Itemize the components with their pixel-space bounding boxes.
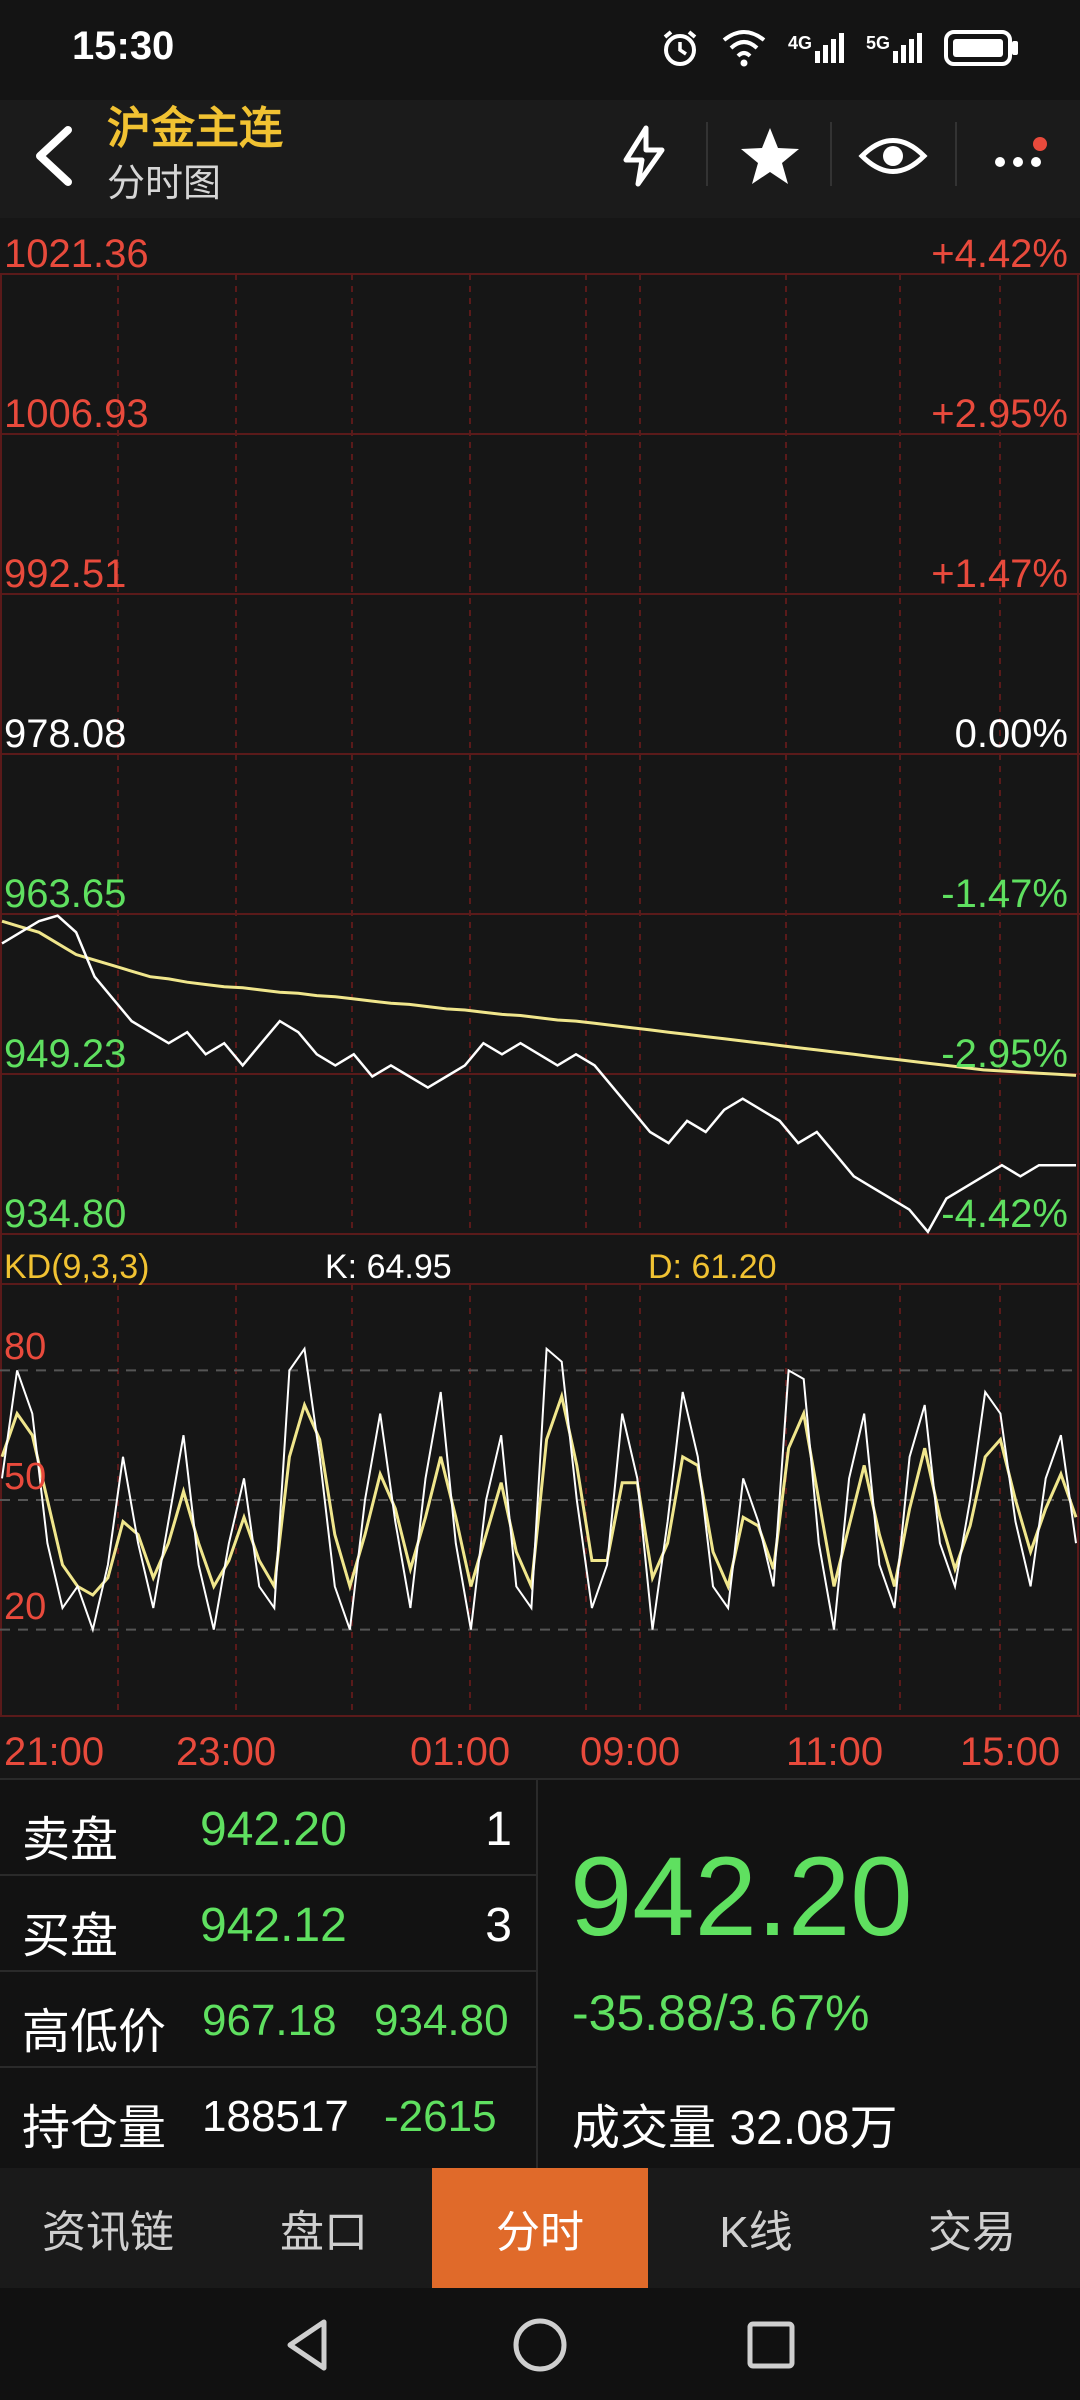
- star-icon: [741, 128, 799, 184]
- high-low-label: 高低价: [22, 2006, 167, 2059]
- bid-row[interactable]: 买盘 942.12 3: [0, 1876, 536, 1972]
- open-interest-label: 持仓量: [22, 2102, 167, 2155]
- price-level-label: 1021.36: [4, 232, 149, 276]
- time-axis-label: 21:00: [4, 1730, 105, 1774]
- alarm-icon: [663, 30, 697, 66]
- wifi-icon: [722, 30, 766, 67]
- ask-row[interactable]: 卖盘 942.20 1: [0, 1780, 536, 1876]
- ask-volume: 1: [485, 1803, 512, 1856]
- pct-level-label: +4.42%: [931, 232, 1068, 276]
- high-low-row: 高低价 967.18 934.80: [0, 1972, 536, 2068]
- pct-level-label: +1.47%: [931, 552, 1068, 596]
- price-level-label: 1006.93: [4, 392, 149, 436]
- kd-indicator-label: KD(9,3,3): [4, 1248, 150, 1286]
- status-bar: 15:30 4G 5G: [0, 0, 1080, 100]
- tab-order-book[interactable]: 盘口: [216, 2168, 432, 2288]
- time-axis-label: 11:00: [786, 1730, 884, 1774]
- header-separator: [830, 122, 832, 186]
- watch-button[interactable]: [853, 116, 933, 196]
- low-price: 934.80: [374, 1996, 509, 2045]
- intraday-chart[interactable]: [0, 218, 1080, 1778]
- kd-level-label: 80: [4, 1326, 47, 1368]
- bid-volume: 3: [485, 1899, 512, 1952]
- kd-k-value: K: 64.95: [325, 1248, 452, 1286]
- back-arrow-icon[interactable]: [22, 120, 92, 190]
- network-type-5g: 5G: [865, 33, 890, 53]
- bid-price: 942.12: [200, 1899, 347, 1952]
- chart-area[interactable]: 1021.36 1006.93 992.51 978.08 963.65 949…: [0, 218, 1080, 1778]
- page-subtitle: 分时图: [107, 163, 222, 205]
- pct-level-label: +2.95%: [931, 392, 1068, 436]
- volume-value: 32.08万: [729, 2102, 898, 2155]
- tab-bar: 资讯链 盘口 分时 K线 交易: [0, 2168, 1080, 2288]
- time-axis-label: 01:00: [410, 1730, 511, 1774]
- kd-level-label: 50: [4, 1456, 47, 1498]
- bid-label: 买盘: [22, 1910, 119, 1963]
- pct-level-label: -4.42%: [941, 1192, 1068, 1236]
- price-level-label: 963.65: [4, 872, 127, 916]
- more-button[interactable]: [980, 116, 1060, 196]
- time-axis-label: 15:00: [960, 1730, 1061, 1774]
- signal-5g-icon: 5G: [866, 33, 922, 63]
- price-level-label: 934.80: [4, 1192, 127, 1236]
- tab-kline[interactable]: K线: [648, 2168, 864, 2288]
- eye-icon: [858, 138, 928, 174]
- signal-4g-icon: 4G: [788, 33, 844, 63]
- nav-home-icon[interactable]: [505, 2310, 575, 2380]
- network-type-4g: 4G: [787, 33, 812, 53]
- pct-level-label: -1.47%: [941, 872, 1068, 916]
- volume-label: 成交量: [572, 2102, 717, 2155]
- tab-intraday[interactable]: 分时: [432, 2168, 648, 2288]
- ask-label: 卖盘: [22, 1814, 119, 1867]
- price-level-label: 949.23: [4, 1032, 127, 1076]
- time-axis-label: 23:00: [176, 1730, 277, 1774]
- battery-icon: [944, 30, 1018, 66]
- price-change: -35.88/3.67%: [572, 1985, 870, 2041]
- more-dots-icon: [995, 137, 1047, 167]
- kd-level-label: 20: [4, 1586, 47, 1628]
- nav-recents-icon[interactable]: [736, 2310, 806, 2380]
- volume-info: 成交量 32.08万: [572, 2088, 897, 2158]
- quote-divider: [536, 1780, 538, 2170]
- open-interest-value: 188517: [202, 2092, 349, 2141]
- lightning-button[interactable]: [604, 116, 684, 196]
- pct-level-label: 0.00%: [954, 712, 1068, 756]
- ask-price: 942.20: [200, 1803, 347, 1856]
- high-price: 967.18: [202, 1996, 337, 2045]
- pct-level-label: -2.95%: [941, 1032, 1068, 1076]
- page-title: 沪金主连: [107, 104, 283, 153]
- nav-header: 沪金主连 分时图: [0, 100, 1080, 218]
- tab-trade[interactable]: 交易: [864, 2168, 1080, 2288]
- header-separator: [955, 122, 957, 186]
- tab-news-chain[interactable]: 资讯链: [0, 2168, 216, 2288]
- last-price: 942.20: [570, 1834, 913, 1959]
- time-axis-label: 09:00: [580, 1730, 681, 1774]
- favorite-button[interactable]: [730, 116, 810, 196]
- quote-panel: 卖盘 942.20 1 买盘 942.12 3 高低价 967.18 934.8…: [0, 1778, 1080, 2170]
- price-level-label: 992.51: [4, 552, 127, 596]
- price-level-label: 978.08: [4, 712, 127, 756]
- open-interest-change: -2615: [384, 2092, 497, 2141]
- average-price-line: [1, 919, 1077, 1077]
- system-nav-bar: [0, 2288, 1080, 2400]
- lightning-icon: [623, 125, 665, 187]
- status-icons: 4G 5G: [660, 28, 1020, 68]
- kd-d-line: [0, 1390, 1078, 1597]
- nav-back-icon[interactable]: [274, 2310, 344, 2380]
- kd-d-value: D: 61.20: [648, 1248, 777, 1286]
- status-time: 15:30: [72, 24, 175, 68]
- open-interest-row: 持仓量 188517 -2615: [0, 2068, 536, 2164]
- header-separator: [706, 122, 708, 186]
